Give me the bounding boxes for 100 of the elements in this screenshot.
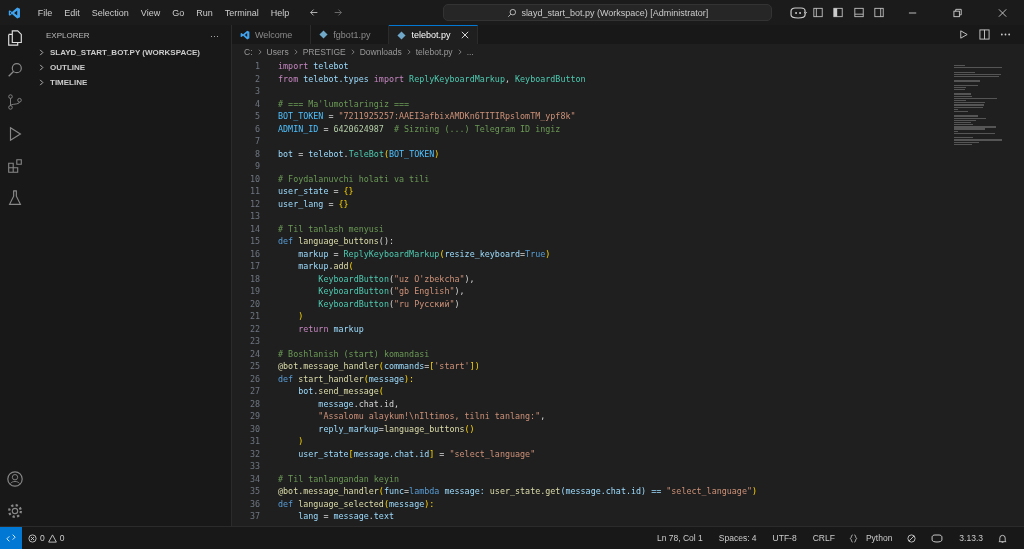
code-line: user_state = {} (278, 186, 354, 197)
breadcrumb-item[interactable]: Users (266, 46, 289, 57)
breadcrumb-item[interactable]: ... (466, 46, 474, 57)
line-number: 25 (248, 361, 260, 372)
breadcrumb-item[interactable]: Downloads (359, 46, 402, 57)
line-number: 7 (253, 136, 260, 147)
chevron-icon (38, 64, 45, 71)
code-line: @bot.message_handler(commands=['start']) (278, 361, 480, 372)
chevron-icon (38, 79, 45, 86)
code-line: def language_buttons(): (278, 236, 394, 247)
code-line: # Til tanlash menyusi (278, 223, 384, 234)
command-center[interactable]: slayd_start_bot.py (Workspace) [Administrator] (443, 4, 773, 21)
chevron-icon (349, 48, 356, 55)
code-line: def start_handler(message): (278, 373, 415, 384)
sidebar-toggle-icon[interactable] (833, 7, 844, 18)
line-number: 20 (248, 298, 260, 309)
extensions-icon[interactable] (6, 157, 24, 175)
status-item[interactable]: CRLF (812, 533, 835, 543)
code-line: bot.send_message( (297, 386, 384, 397)
editor-tab[interactable]: Welcome (232, 25, 312, 44)
code-line: user_lang = {} (278, 198, 349, 209)
breadcrumb-item[interactable]: telebot.py (415, 46, 453, 57)
line-number: 10 (248, 173, 260, 184)
line-number: 8 (253, 148, 260, 159)
menu-item[interactable]: Help (264, 7, 296, 18)
secondary-sidebar-icon[interactable] (873, 7, 884, 18)
code-line: @bot.message_handler(func=lambda message: user_state.get(message.chat.id) == "select_language") (278, 486, 758, 497)
diamond-file-icon (397, 30, 407, 40)
line-number: 14 (248, 223, 260, 234)
menu-item[interactable]: Edit (58, 7, 86, 18)
breadcrumb-item[interactable]: PRESTIGE (302, 46, 346, 57)
line-number: 32 (248, 448, 260, 459)
code-line: import telebot (278, 61, 349, 72)
warning-count[interactable]: 0 (59, 533, 65, 543)
files-icon[interactable] (6, 29, 24, 47)
menu-item[interactable]: Run (190, 7, 219, 18)
code-line: markup.add( (297, 261, 354, 272)
status-item[interactable]: Spaces: 4 (718, 533, 757, 543)
sidebar-section[interactable]: TIMELINE (30, 75, 231, 90)
explorer-title: EXPLORER (46, 31, 90, 41)
source-control-icon[interactable] (6, 93, 24, 111)
code-line: bot = telebot.TeleBot(BOT_TOKEN) (278, 148, 440, 159)
line-number: 29 (248, 411, 260, 422)
split-editor-icon[interactable] (979, 29, 990, 40)
menu-item[interactable]: Go (166, 7, 191, 18)
code-line: def language_selected(message): (278, 498, 435, 509)
menu-item[interactable]: Selection (85, 7, 135, 18)
menu-item[interactable]: View (134, 7, 167, 18)
code-line: ) (297, 311, 304, 322)
line-number: 11 (248, 186, 260, 197)
line-number: 33 (248, 461, 260, 472)
code-line: user_state[message.chat.id] = "select_language" (297, 448, 536, 459)
search-icon[interactable] (6, 61, 24, 79)
code-line: KeyboardButton("uz O'zbekcha"), (317, 273, 475, 284)
code-line: message.chat.id, (317, 398, 400, 409)
line-number: 28 (248, 398, 260, 409)
line-number: 37 (248, 511, 260, 522)
status-item[interactable]: Ln 78, Col 1 (656, 533, 703, 543)
code-line: lang = message.text (297, 511, 394, 522)
layout-icon[interactable] (813, 7, 824, 18)
chevron-icon (38, 49, 45, 56)
menu-item[interactable]: Terminal (218, 7, 265, 18)
line-number: 34 (248, 473, 260, 484)
line-number: 22 (248, 323, 260, 334)
panel-toggle-icon[interactable] (853, 7, 864, 18)
more-actions-button[interactable]: ··· (210, 31, 219, 41)
line-number: 23 (248, 336, 260, 347)
sidebar-section[interactable]: OUTLINE (30, 60, 231, 75)
run-icon[interactable] (958, 29, 969, 40)
line-number: 30 (248, 423, 260, 434)
code-line: ADMIN_ID = 6420624987 # Sizning (...) Telegram ID ingiz (278, 123, 561, 134)
settings-icon[interactable] (6, 502, 24, 520)
forward-arrow-icon[interactable] (333, 7, 344, 18)
line-number: 31 (248, 436, 260, 447)
sidebar-section[interactable]: SLAYD_START_BOT.PY (WORKSPACE) (30, 45, 231, 60)
braces-icon[interactable] (848, 533, 858, 543)
back-arrow-icon[interactable] (309, 7, 320, 18)
account-icon[interactable] (6, 470, 24, 488)
error-count[interactable]: 0 (40, 533, 45, 543)
menu-item[interactable]: File (31, 7, 59, 18)
line-number: 5 (253, 111, 260, 122)
line-number: 6 (253, 123, 260, 134)
restore-icon[interactable] (952, 7, 962, 18)
breadcrumb-item[interactable]: C: (244, 46, 253, 57)
status-item[interactable]: UTF-8 (772, 533, 797, 543)
editor-tab[interactable]: telebot.py (389, 25, 479, 44)
app-logo-icon (240, 29, 250, 40)
bell-icon[interactable] (998, 533, 1007, 543)
warning-icon[interactable] (47, 533, 57, 543)
error-icon[interactable] (28, 533, 37, 543)
search-icon (507, 7, 518, 18)
flask-icon[interactable] (6, 189, 24, 207)
line-number: 1 (253, 61, 260, 72)
python-version[interactable]: 3.13.3 (959, 533, 983, 543)
chevron-icon (405, 48, 412, 55)
language-mode[interactable]: Python (865, 533, 893, 543)
code-line: ) (297, 436, 304, 447)
no-entry-icon[interactable] (907, 533, 917, 543)
line-number: 2 (253, 73, 260, 84)
close-icon[interactable] (461, 31, 470, 39)
